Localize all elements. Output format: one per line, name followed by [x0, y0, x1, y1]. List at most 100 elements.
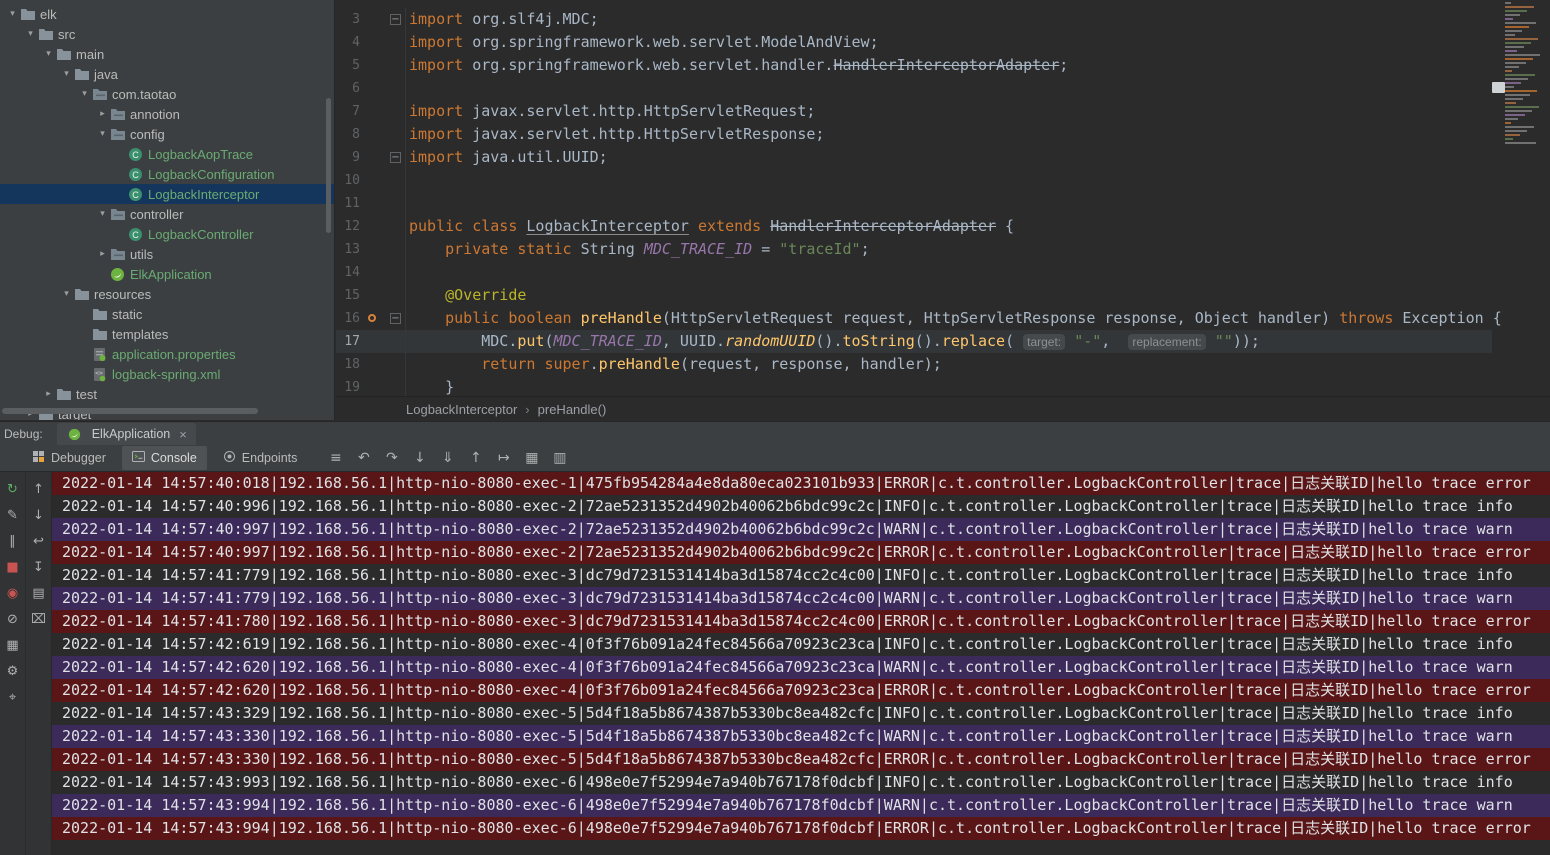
tree-item-application-properties[interactable]: application.properties [0, 344, 334, 364]
tree-item-java[interactable]: ▾ java [0, 64, 334, 84]
code-line-17[interactable]: 17 MDC.put(MDC_TRACE_ID, UUID.randomUUID… [336, 330, 1492, 353]
code-line-14[interactable]: 14 [336, 261, 1492, 284]
console-line-11: 2022-01-14 14:57:43:329|192.168.56.1|htt… [62, 704, 1513, 722]
tree-item-logbackconfiguration[interactable]: C LogbackConfiguration [0, 164, 334, 184]
tree-item-utils[interactable]: ▸ utils [0, 244, 334, 264]
tree-item-logbackaoptrace[interactable]: C LogbackAopTrace [0, 144, 334, 164]
tree-item-logback-spring-xml[interactable]: <> logback-spring.xml [0, 364, 334, 384]
tree-item-test[interactable]: ▸ test [0, 384, 334, 404]
gutter: 14 [336, 261, 406, 284]
tree-item-src[interactable]: ▾ src [0, 24, 334, 44]
settings-icon[interactable]: ⚙ [3, 662, 23, 681]
code-line-8[interactable]: 8 import javax.servlet.http.HttpServletRe… [336, 123, 1492, 146]
scroll-to-end-icon[interactable]: ↧ [29, 558, 49, 577]
soft-wrap-icon[interactable]: ↩ [29, 532, 49, 551]
show-execution-point-icon[interactable]: ↶ [355, 450, 372, 466]
tree-item-main[interactable]: ▾ main [0, 44, 334, 64]
chevron-down-icon[interactable]: ▾ [42, 49, 55, 59]
rerun-icon[interactable]: ↻ [3, 480, 23, 499]
code-line-13[interactable]: 13 private static String MDC_TRACE_ID = … [336, 238, 1492, 261]
console-line-6: 2022-01-14 14:57:41:779|192.168.56.1|htt… [52, 587, 1550, 610]
clear-all-icon[interactable]: ⌧ [29, 610, 49, 629]
console-line-5: 2022-01-14 14:57:41:779|192.168.56.1|htt… [62, 566, 1513, 584]
line-number: 18 [344, 357, 360, 372]
gutter: 17 [336, 330, 406, 353]
tree-item-logbackinterceptor[interactable]: C LogbackInterceptor [0, 184, 334, 204]
up-stack-trace-icon[interactable]: ↑ [29, 480, 49, 499]
console-output[interactable]: 2022-01-14 14:57:40:018|192.168.56.1|htt… [52, 472, 1550, 855]
tree-item-static[interactable]: static [0, 304, 334, 324]
close-icon[interactable]: × [179, 427, 187, 442]
debug-actions-toolbar: ↻ ✎ ∥ ■ ◉ ⊘ ▦ ⚙ ⌖ [0, 472, 26, 855]
code-line-10[interactable]: 10 [336, 169, 1492, 192]
tree-horizontal-scrollbar[interactable] [2, 408, 258, 414]
folder-icon [37, 26, 54, 42]
breadcrumb-item-prehandle[interactable]: preHandle() [538, 402, 607, 417]
tree-item-resources[interactable]: ▾ resources [0, 284, 334, 304]
chevron-right-icon[interactable]: ▸ [96, 249, 109, 259]
step-over-icon[interactable]: ↷ [383, 450, 400, 466]
force-step-into-icon[interactable]: ⇓ [439, 450, 456, 466]
tab-endpoints[interactable]: Endpoints [213, 446, 308, 470]
pin-icon[interactable]: ⌖ [3, 688, 23, 707]
menu-icon[interactable]: ≡ [327, 450, 344, 466]
stop-icon[interactable]: ■ [3, 558, 23, 577]
code-line-5[interactable]: 5 import org.springframework.web.servlet.… [336, 54, 1492, 77]
line-number: 12 [344, 219, 360, 234]
code-line-6[interactable]: 6 [336, 77, 1492, 100]
tree-item-templates[interactable]: templates [0, 324, 334, 344]
view-breakpoints-icon[interactable]: ◉ [3, 584, 23, 603]
breadcrumb-item-logbackinterceptor[interactable]: LogbackInterceptor [406, 402, 517, 417]
tree-item-config[interactable]: ▾ config [0, 124, 334, 144]
minimap[interactable] [1504, 0, 1548, 165]
print-icon[interactable]: ▤ [29, 584, 49, 603]
mute-breakpoints-icon[interactable]: ⊘ [3, 610, 23, 629]
tree-item-elkapplication[interactable]: ElkApplication [0, 264, 334, 284]
spring-boot-icon [66, 426, 83, 442]
tree-item-com-taotao[interactable]: ▾ com.taotao [0, 84, 334, 104]
layout-settings-icon[interactable]: ▥ [551, 450, 568, 466]
chevron-down-icon[interactable]: ▾ [60, 69, 73, 79]
tree-item-elk[interactable]: ▾ elk [0, 4, 334, 24]
tree-item-logbackcontroller[interactable]: C LogbackController [0, 224, 334, 244]
code-line-19[interactable]: 19 } [336, 376, 1492, 396]
fold-icon[interactable]: − [390, 313, 401, 324]
step-into-icon[interactable]: ↓ [411, 450, 428, 466]
code-line-3[interactable]: 3− import org.slf4j.MDC; [336, 8, 1492, 31]
edit-configuration-icon[interactable]: ✎ [3, 506, 23, 525]
chevron-down-icon[interactable]: ▾ [6, 9, 19, 19]
chevron-down-icon[interactable]: ▾ [60, 289, 73, 299]
tab-console[interactable]: Console [121, 446, 207, 470]
code-line-18[interactable]: 18 return super.preHandle(request, respo… [336, 353, 1492, 376]
chevron-down-icon[interactable]: ▾ [24, 29, 37, 39]
fold-icon[interactable]: − [390, 152, 401, 163]
restore-layout-icon[interactable]: ▦ [3, 636, 23, 655]
code-editor[interactable]: 3− import org.slf4j.MDC; 4 import org.sprin… [336, 0, 1550, 396]
evaluate-expression-icon[interactable]: ▦ [523, 450, 540, 466]
code-line-12[interactable]: 12 public class LogbackInterceptor extend… [336, 215, 1492, 238]
code-line-9[interactable]: 9− import java.util.UUID; [336, 146, 1492, 169]
step-out-icon[interactable]: ↑ [467, 450, 484, 466]
code-line-15[interactable]: 15 @Override [336, 284, 1492, 307]
chevron-down-icon[interactable]: ▾ [96, 209, 109, 219]
down-stack-trace-icon[interactable]: ↓ [29, 506, 49, 525]
chevron-down-icon[interactable]: ▾ [96, 129, 109, 139]
tab-debugger[interactable]: Debugger [22, 446, 116, 470]
fold-icon[interactable]: − [390, 14, 401, 25]
override-marker-icon[interactable] [368, 314, 376, 322]
console-line-4: 2022-01-14 14:57:40:997|192.168.56.1|htt… [52, 541, 1550, 564]
tree-vertical-scrollbar[interactable] [326, 98, 331, 233]
tree-item-annotion[interactable]: ▸ annotion [0, 104, 334, 124]
code-line-7[interactable]: 7 import javax.servlet.http.HttpServletRe… [336, 100, 1492, 123]
tree-item-controller[interactable]: ▾ controller [0, 204, 334, 224]
session-tab-elkapplication[interactable]: ElkApplication × [56, 423, 196, 445]
chevron-right-icon[interactable]: ▸ [42, 389, 55, 399]
chevron-down-icon[interactable]: ▾ [78, 89, 91, 99]
pause-icon[interactable]: ∥ [3, 532, 23, 551]
code-line-11[interactable]: 11 [336, 192, 1492, 215]
chevron-right-icon[interactable]: ▸ [96, 109, 109, 119]
code-line-16[interactable]: 16 − public boolean preHandle(HttpServlet… [336, 307, 1502, 330]
line-number: 7 [352, 104, 360, 119]
code-line-4[interactable]: 4 import org.springframework.web.servlet.… [336, 31, 1492, 54]
run-to-cursor-icon[interactable]: ↦ [495, 450, 512, 466]
